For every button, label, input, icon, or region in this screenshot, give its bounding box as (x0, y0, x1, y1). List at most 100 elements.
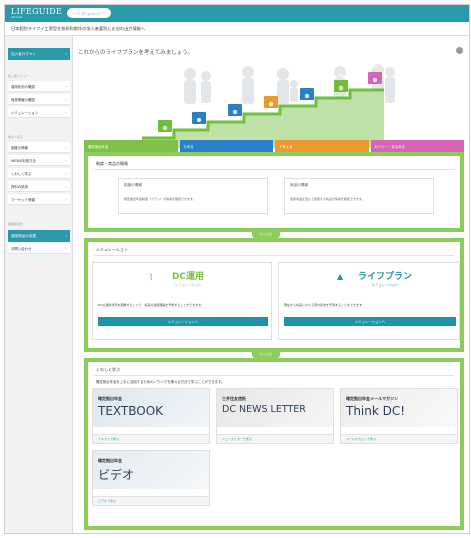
divider (94, 255, 454, 256)
tab-seminar[interactable]: セミナー・あるある (370, 140, 464, 152)
section-title: シミュレーション (96, 247, 128, 252)
lp-sim-subtitle: シミュレーション (371, 283, 399, 287)
card-small-title: 確定拠出年金 (98, 458, 122, 463)
sidebar-item-label: WEBの利用方法 (11, 158, 36, 163)
sidebar: 加入者ログオン › 加入者メニュー 運用状況の確認 › 商品情報の確認 › シミュレ… (5, 36, 73, 533)
chevron-right-icon: › (65, 171, 67, 176)
lp-sim-title: ライフプラン (357, 272, 412, 282)
chevron-right-icon: › (65, 97, 67, 102)
chevron-right-icon: › (65, 246, 67, 251)
join-button-label: 加入者ログオン (11, 51, 37, 56)
intro-text: これからのライフプランを考えてみましょう。 (78, 50, 193, 56)
divider (94, 169, 454, 170)
section-desc: 確定拠出年金を上手に活用するためのノウハウを様々な方法で学ぶことができます。 (96, 380, 225, 384)
newsletter-card[interactable]: 三井住友信託 DC NEWS LETTER ニュースレターで学ぶ (216, 388, 334, 444)
notice-text: 日本個別ライフイ工票型在和研和都作の加入者要別にお迫の出力情報へ (11, 26, 146, 31)
sidebar-item-label: マーケット情報 (11, 197, 35, 202)
textbook-card[interactable]: 確定拠出年金 TEXTBOOK テキストで学ぶ (92, 388, 210, 444)
sidebar-item-label: 運用状況の確認 (11, 84, 35, 89)
card-desc: 運用商品を選んで運用する商品の情報を確認できます。 (290, 197, 365, 201)
stage-label: 結婚 (196, 106, 202, 109)
dc-simulation-button[interactable]: シミュレーションへ (98, 317, 268, 326)
tab-dc[interactable]: 確定拠出年金 (84, 140, 178, 152)
sidebar-item-label: 運用商品の変更 (11, 233, 37, 238)
notice-bar: 日本個別ライフイ工票型在和研和都作の加入者要別にお迫の出力情報へ (5, 22, 469, 36)
sidebar-item[interactable]: WEBの利用方法 › (8, 155, 70, 166)
card-big-title: ビデオ (98, 468, 135, 482)
card-title: 商品の情報 (290, 183, 308, 187)
sidebar-item-label: くわしく学ぶ (11, 171, 32, 176)
sidebar-item[interactable]: お問い合わせ › (8, 243, 70, 254)
tab-label: 確定拠出年金 (88, 144, 109, 149)
card-link[interactable]: テキストで学ぶ (93, 434, 209, 443)
stage-label: 老後 (372, 66, 378, 69)
category-tabs: 確定拠出年金 ためる そなえる セミナー・あるある (84, 140, 464, 152)
sidebar-section-title: 学ぶ・知る (8, 135, 24, 139)
button-label: シミュレーションへ (167, 320, 199, 324)
plan-info-card[interactable]: 制度の情報 確定拠出年金制度（プラン）の情報を確認できます。 (118, 178, 268, 214)
card-link[interactable]: ニュースレターで学ぶ (217, 434, 333, 443)
home-button[interactable]: ⌂ ホームページ (67, 8, 111, 18)
sidebar-item-label: 資料の請求 (11, 184, 28, 189)
dc-simulation-card: ⌇ DC運用 シミュレーション DCの運用状況を把握することで、将来の運用展開を… (92, 262, 272, 340)
product-info-card[interactable]: 商品の情報 運用商品を選んで運用する商品の情報を確認できます。 (284, 178, 434, 214)
card-title: 制度の情報 (124, 183, 142, 187)
card-big-title: DC NEWS LETTER (222, 404, 306, 415)
tab-label: ためる (183, 144, 194, 149)
sidebar-item[interactable]: 運用状況の確認 › (8, 81, 70, 92)
card-big-title: Think DC! (346, 404, 406, 418)
info-section: 制度・商品の情報 制度の情報 確定拠出年金制度（プラン）の情報を確認できます。 … (84, 152, 464, 232)
chevron-right-icon: › (65, 145, 67, 150)
card-link[interactable]: メールマガジンで学ぶ (341, 434, 457, 443)
sidebar-item-label: お問い合わせ (11, 246, 32, 251)
stage-label: 子供誕生 (229, 98, 241, 101)
stage-label: 住宅 (268, 90, 274, 93)
tab-save[interactable]: ためる (179, 140, 273, 152)
home-icon: ⌂ (77, 11, 80, 15)
join-button[interactable]: 加入者ログオン › (8, 48, 70, 60)
section-title: くわしく学ぶ (96, 367, 120, 372)
chevron-right-icon: › (65, 158, 67, 163)
card-small-title: 確定拠出年金メールマガジン (346, 396, 398, 401)
logo[interactable]: LIFEGUIDE (11, 7, 62, 16)
sidebar-item[interactable]: くわしく学ぶ › (8, 168, 70, 179)
lifeplan-simulation-button[interactable]: シミュレーションへ (284, 317, 456, 326)
sidebar-item-active[interactable]: 運用商品の変更 › (8, 230, 70, 242)
stage-label: 入社 (162, 114, 168, 117)
divider (94, 375, 454, 376)
sidebar-section-title: 加入者メニュー (8, 74, 30, 78)
app-window: LIFEGUIDE Life Guide ⌂ ホームページ 日本個別ライフイ工票… (4, 4, 470, 534)
simulation-section: シミュレーション ⌇ DC運用 シミュレーション DCの運用状況を把握することで… (84, 238, 464, 352)
card-link[interactable]: ビデオで学ぶ (93, 496, 209, 505)
sidebar-item[interactable]: 資料の請求 › (8, 181, 70, 192)
lifeplan-simulation-card: ▲ ライフプラン シミュレーション 現在から将来にわたる家計収支を予測することが… (278, 262, 460, 340)
card-small-title: 三井住友信託 (222, 396, 246, 401)
chevron-right-icon: › (65, 51, 67, 56)
chevron-right-icon: › (65, 184, 67, 189)
sidebar-item[interactable]: 制度の情報 › (8, 142, 70, 153)
building-icon: ▲ (337, 272, 344, 281)
section-title: 制度・商品の情報 (96, 161, 128, 166)
sidebar-item-label: 制度の情報 (11, 145, 28, 150)
sidebar-item-label: シミュレーション (11, 110, 38, 115)
top-header: LIFEGUIDE Life Guide ⌂ ホームページ (5, 5, 469, 22)
dc-sim-title: DC運用 (171, 272, 205, 282)
gear-icon[interactable] (456, 47, 463, 54)
life-stage-illustration (142, 64, 395, 148)
sidebar-item-label: 商品情報の確認 (11, 97, 35, 102)
stage-label: 退職 (338, 74, 344, 77)
tab-prepare[interactable]: そなえる (275, 140, 369, 152)
chevron-right-icon: › (65, 233, 67, 238)
chevron-right-icon: › (65, 84, 67, 89)
tab-label: そなえる (279, 144, 293, 149)
home-button-label: ホームページ (81, 11, 101, 16)
mail-magazine-card[interactable]: 確定拠出年金メールマガジン Think DC! メールマガジンで学ぶ (340, 388, 458, 444)
learn-section: くわしく学ぶ 確定拠出年金を上手に活用するためのノウハウを様々な方法で学ぶことが… (84, 358, 464, 530)
chevron-right-icon: › (65, 110, 67, 115)
tab-label: セミナー・あるある (374, 144, 406, 149)
sidebar-item[interactable]: 商品情報の確認 › (8, 94, 70, 105)
sidebar-item[interactable]: シミュレーション › (8, 107, 70, 118)
video-card[interactable]: 確定拠出年金 ビデオ ビデオで学ぶ (92, 450, 210, 506)
sidebar-item[interactable]: マーケット情報 › (8, 194, 70, 205)
dc-sim-desc: DCの運用状況を把握することで、将来の運用展開を予想することができます。 (98, 303, 204, 307)
